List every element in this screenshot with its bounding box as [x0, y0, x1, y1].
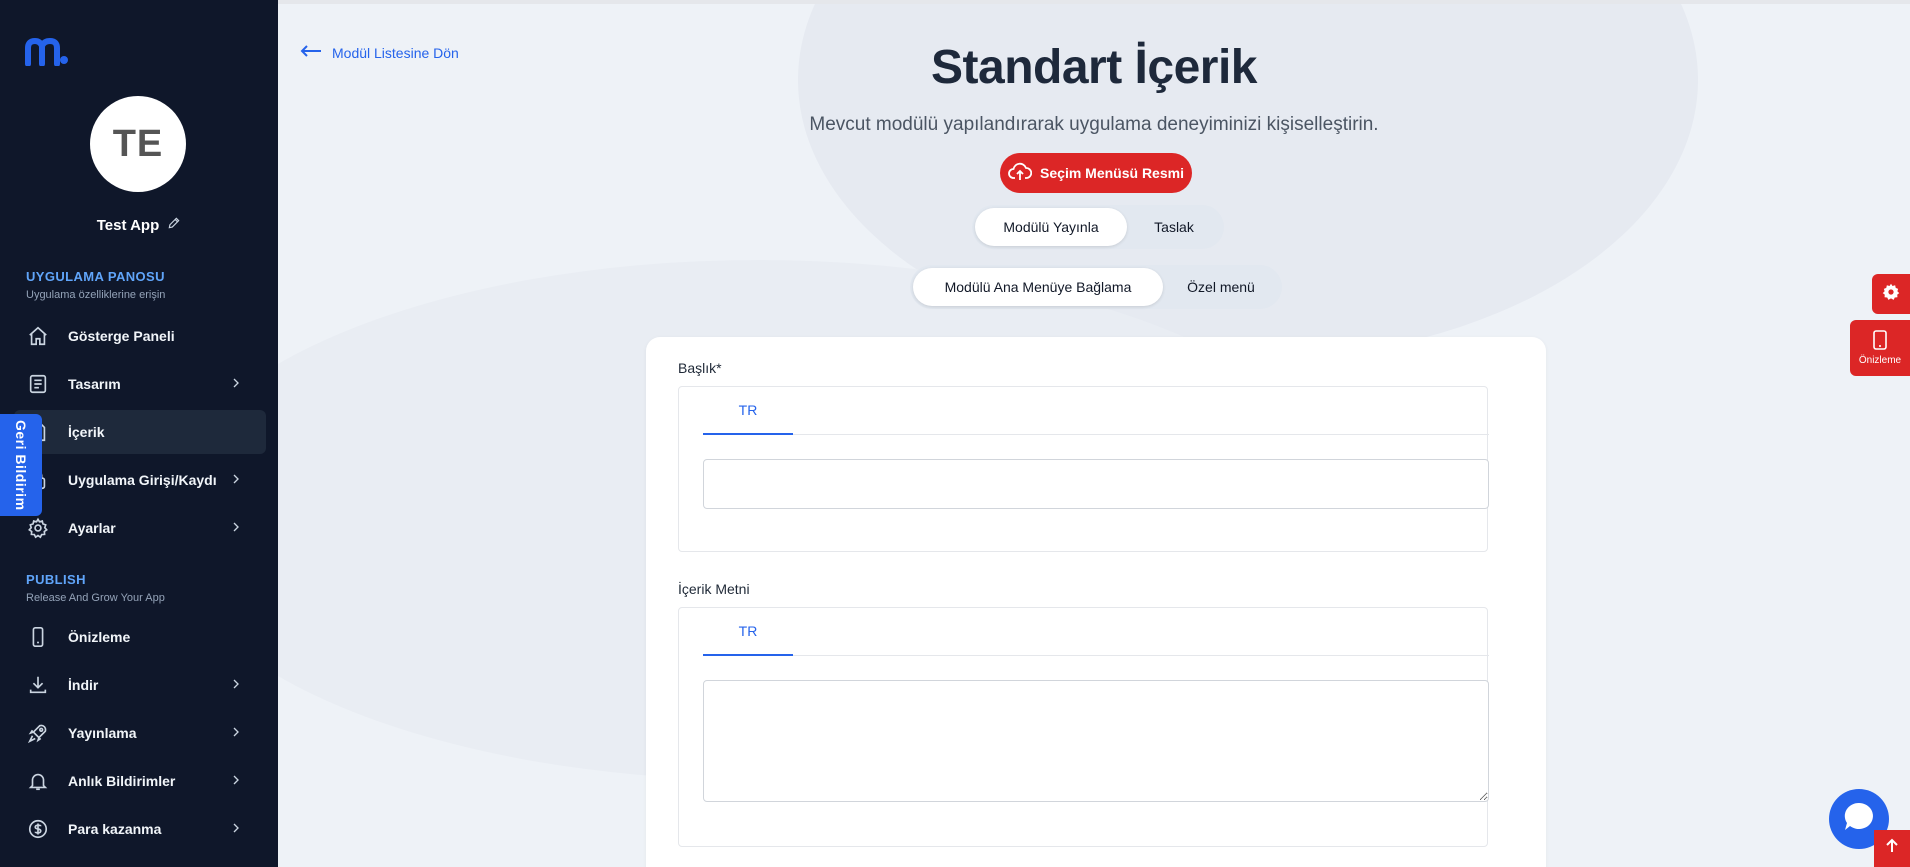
sidebar-item-label: Uygulama Girişi/Kaydı	[68, 472, 217, 488]
title-field-group: TR	[678, 386, 1489, 552]
dollar-icon	[27, 818, 49, 840]
sidebar-item-settings[interactable]: Ayarlar	[14, 506, 266, 550]
form-card: Başlık* TR İçerik Metni TR	[646, 337, 1546, 867]
top-divider	[278, 0, 1910, 4]
chevron-right-icon	[228, 724, 244, 743]
sidebar-item-label: İndir	[68, 677, 99, 693]
sidebar-item-dashboard[interactable]: Gösterge Paneli	[14, 314, 266, 358]
phone-icon	[1873, 330, 1887, 353]
main-content: Modül Listesine Dön Standart İçerik Mevc…	[278, 0, 1910, 867]
section-subtitle-dashboard: Uygulama özelliklerine erişin	[26, 289, 166, 301]
custom-menu-option[interactable]: Özel menü	[1163, 268, 1279, 306]
sidebar-item-monetization[interactable]: Para kazanma	[14, 807, 266, 851]
sidebar-item-label: Tasarım	[68, 376, 121, 392]
title-field-label: Başlık*	[678, 360, 722, 376]
sidebar-item-download[interactable]: İndir	[14, 663, 266, 707]
rocket-icon	[27, 722, 49, 744]
tab-tr[interactable]: TR	[703, 387, 793, 435]
sidebar-item-content[interactable]: İçerik	[14, 410, 266, 454]
sidebar-item-design[interactable]: Tasarım	[14, 362, 266, 406]
chevron-right-icon	[228, 519, 244, 538]
section-title-dashboard: UYGULAMA PANOSU	[26, 269, 165, 284]
content-field-group: TR	[678, 607, 1489, 847]
bell-icon	[27, 770, 49, 792]
draft-option[interactable]: Taslak	[1127, 208, 1221, 246]
tab-tr[interactable]: TR	[703, 608, 793, 656]
sidebar-item-publishing[interactable]: Yayınlama	[14, 711, 266, 755]
app-name: Test App	[96, 216, 160, 234]
settings-float-button[interactable]	[1872, 274, 1910, 314]
gear-icon	[27, 517, 49, 539]
gear-icon	[1882, 283, 1900, 306]
section-subtitle-publish: Release And Grow Your App	[26, 592, 165, 604]
arrow-up-icon	[1884, 838, 1900, 859]
sidebar-item-label: Gösterge Paneli	[68, 328, 175, 344]
feedback-label: Geri Bildirim	[13, 419, 29, 511]
download-icon	[27, 674, 49, 696]
avatar[interactable]: TE	[90, 96, 186, 192]
chevron-right-icon	[228, 772, 244, 791]
chevron-right-icon	[228, 375, 244, 394]
home-icon	[27, 325, 49, 347]
page-subtitle: Mevcut modülü yapılandırarak uygulama de…	[809, 114, 1379, 135]
content-language-tabs: TR	[703, 608, 1489, 656]
sidebar-item-label: Önizleme	[68, 629, 131, 645]
sidebar-item-label: İçerik	[68, 424, 105, 440]
selection-menu-image-button[interactable]: Seçim Menüsü Resmi	[1000, 153, 1192, 193]
feedback-tab[interactable]: Geri Bildirim	[0, 414, 42, 516]
phone-icon	[27, 626, 49, 648]
title-language-tabs: TR	[703, 387, 1489, 435]
menu-link-toggle: Modülü Ana Menüye Bağlama Özel menü	[910, 265, 1282, 309]
sidebar-item-label: Anlık Bildirimler	[68, 773, 176, 789]
sidebar-item-preview[interactable]: Önizleme	[14, 615, 266, 659]
preview-float-label: Önizleme	[1858, 355, 1902, 366]
content-field-label: İçerik Metni	[678, 581, 750, 597]
sidebar-item-label: Para kazanma	[68, 821, 162, 837]
sidebar-item-label: Ayarlar	[68, 520, 116, 536]
brand-logo[interactable]	[25, 37, 69, 71]
chevron-right-icon	[228, 820, 244, 839]
scroll-to-top-button[interactable]	[1874, 830, 1910, 867]
app-name-row[interactable]: Test App	[0, 216, 278, 234]
link-main-menu-option[interactable]: Modülü Ana Menüye Bağlama	[913, 268, 1163, 306]
page-title: Standart İçerik	[931, 41, 1257, 94]
cloud-upload-icon	[1008, 162, 1033, 185]
sidebar-item-notifications[interactable]: Anlık Bildirimler	[14, 759, 266, 803]
publish-option[interactable]: Modülü Yayınla	[975, 208, 1127, 246]
chat-bubble-icon	[1842, 800, 1876, 839]
sidebar-item-login[interactable]: Uygulama Girişi/Kaydı	[14, 458, 266, 502]
publish-toggle: Modülü Yayınla Taslak	[972, 205, 1224, 249]
design-icon	[27, 373, 49, 395]
section-title-publish: PUBLISH	[26, 572, 86, 587]
pencil-icon[interactable]	[167, 216, 181, 234]
chevron-right-icon	[228, 676, 244, 695]
sidebar-item-label: Yayınlama	[68, 725, 137, 741]
image-button-label: Seçim Menüsü Resmi	[1040, 165, 1184, 181]
preview-float-button[interactable]: Önizleme	[1850, 320, 1910, 376]
content-textarea[interactable]	[703, 680, 1489, 802]
title-input[interactable]	[703, 459, 1489, 509]
chevron-right-icon	[228, 471, 244, 490]
